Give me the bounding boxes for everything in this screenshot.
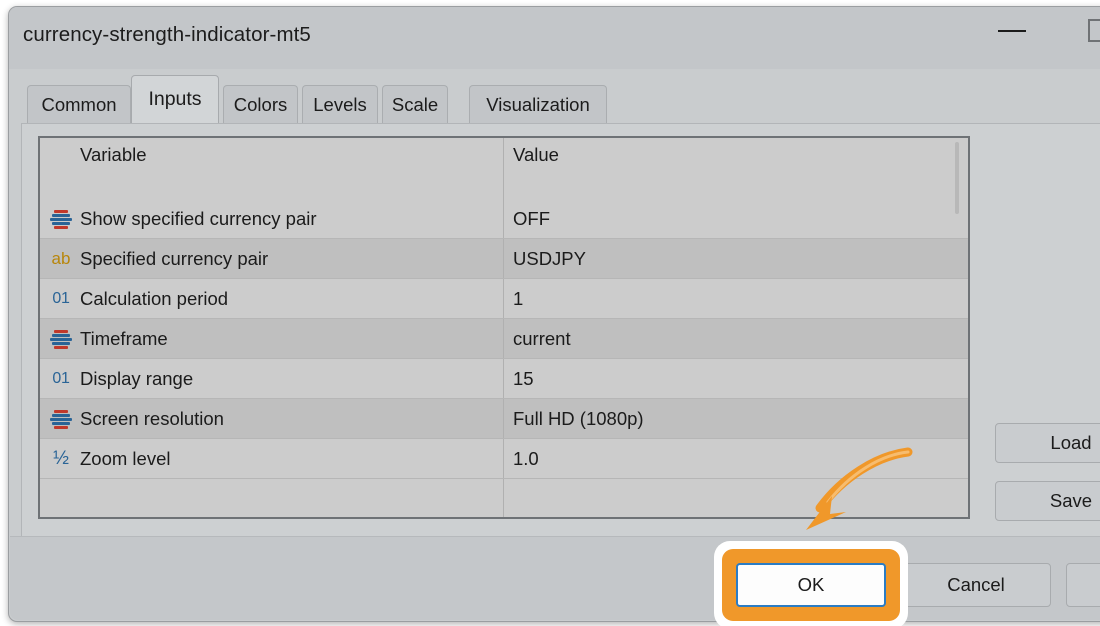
table-header-spacer [40, 172, 968, 199]
table-empty-area [40, 479, 968, 517]
string-ab-icon: ab [51, 248, 71, 268]
load-button[interactable]: Load [995, 423, 1100, 463]
row-variable-cell[interactable]: ab Specified currency pair [40, 239, 504, 278]
ok-button-label: OK [797, 574, 825, 595]
screenshot-stage: currency-strength-indicator-mt5 Common I… [0, 0, 1100, 626]
title-bar: currency-strength-indicator-mt5 [9, 7, 1100, 69]
row-variable-label: Specified currency pair [80, 247, 269, 269]
enum-list-icon [50, 209, 72, 229]
table-row[interactable]: Show specified currency pair OFF [40, 199, 968, 239]
row-value-label: 1 [513, 287, 524, 309]
row-value-label: 15 [513, 367, 534, 389]
row-variable-label: Screen resolution [80, 407, 224, 429]
header-cell-value: Value [504, 138, 968, 172]
column-header-variable: Variable [80, 144, 147, 165]
ok-button[interactable]: OK [736, 563, 886, 607]
header-spacer-left [40, 172, 504, 199]
row-variable-label: Zoom level [80, 447, 171, 469]
maximize-icon [1088, 19, 1100, 42]
fraction-half-icon: ½ [53, 447, 69, 469]
row-variable-cell[interactable]: Screen resolution [40, 399, 504, 438]
row-variable-label: Calculation period [80, 287, 229, 309]
extra-footer-button[interactable] [1066, 563, 1100, 607]
table-header-row: Variable Value [40, 138, 968, 172]
row-value-cell[interactable]: 1 [504, 279, 968, 318]
tab-colors[interactable]: Colors [223, 85, 298, 123]
row-value-cell[interactable]: USDJPY [504, 239, 968, 278]
tab-label: Colors [233, 93, 288, 115]
table-row[interactable]: 01 Calculation period 1 [40, 279, 968, 319]
load-button-label: Load [1050, 432, 1092, 453]
integer-01-icon: 01 [52, 289, 70, 307]
enum-list-icon [50, 409, 72, 429]
column-header-value: Value [513, 144, 559, 165]
row-variable-label: Show specified currency pair [80, 207, 317, 229]
row-variable-cell[interactable]: Show specified currency pair [40, 199, 504, 238]
header-cell-variable: Variable [40, 138, 504, 172]
table-scrollbar[interactable] [950, 138, 968, 517]
tab-levels[interactable]: Levels [302, 85, 378, 123]
row-value-cell[interactable]: OFF [504, 199, 968, 238]
row-value-label: USDJPY [513, 247, 586, 269]
save-button-label: Save [1049, 490, 1093, 511]
row-value-cell[interactable]: 15 [504, 359, 968, 398]
table-row[interactable]: Timeframe current [40, 319, 968, 359]
table-row[interactable]: Screen resolution Full HD (1080p) [40, 399, 968, 439]
inputs-table[interactable]: Variable Value Show specified currency p… [38, 136, 970, 519]
row-variable-label: Timeframe [80, 327, 168, 349]
tab-inputs[interactable]: Inputs [131, 75, 219, 123]
tab-label: Visualization [486, 93, 590, 115]
row-value-label: Full HD (1080p) [513, 407, 644, 429]
row-value-label: current [513, 327, 571, 349]
table-empty-left [40, 479, 504, 517]
save-button[interactable]: Save [995, 481, 1100, 521]
row-variable-cell[interactable]: Timeframe [40, 319, 504, 358]
row-variable-cell[interactable]: 01 Display range [40, 359, 504, 398]
table-row[interactable]: ½ Zoom level 1.0 [40, 439, 968, 479]
row-value-cell[interactable]: 1.0 [504, 439, 968, 478]
enum-list-icon [50, 329, 72, 349]
row-variable-cell[interactable]: ½ Zoom level [40, 439, 504, 478]
row-value-cell[interactable]: current [504, 319, 968, 358]
table-empty-right [504, 479, 968, 517]
minimize-icon [998, 30, 1026, 32]
tab-strip: Common Inputs Colors Levels Scale Visual… [9, 69, 1100, 123]
cancel-button-label: Cancel [947, 574, 1005, 595]
minimize-button[interactable] [989, 7, 1035, 53]
maximize-button[interactable] [1077, 7, 1100, 53]
tab-label: Inputs [148, 88, 202, 110]
row-value-label: OFF [513, 207, 550, 229]
tab-label: Scale [391, 93, 439, 115]
table-row[interactable]: 01 Display range 15 [40, 359, 968, 399]
tab-label: Levels [313, 93, 367, 115]
row-variable-cell[interactable]: 01 Calculation period [40, 279, 504, 318]
tab-common[interactable]: Common [27, 85, 131, 123]
tab-visualization[interactable]: Visualization [469, 85, 607, 123]
tab-scale[interactable]: Scale [382, 85, 448, 123]
tab-label: Common [41, 93, 117, 115]
table-row[interactable]: ab Specified currency pair USDJPY [40, 239, 968, 279]
window-title: currency-strength-indicator-mt5 [23, 23, 311, 46]
header-spacer-right [504, 172, 968, 199]
row-variable-label: Display range [80, 367, 194, 389]
integer-01-icon: 01 [52, 369, 70, 387]
row-value-cell[interactable]: Full HD (1080p) [504, 399, 968, 438]
cancel-button[interactable]: Cancel [901, 563, 1051, 607]
header-icon-spacer [50, 145, 72, 165]
row-value-label: 1.0 [513, 447, 539, 469]
table-scrollbar-thumb[interactable] [955, 142, 959, 214]
